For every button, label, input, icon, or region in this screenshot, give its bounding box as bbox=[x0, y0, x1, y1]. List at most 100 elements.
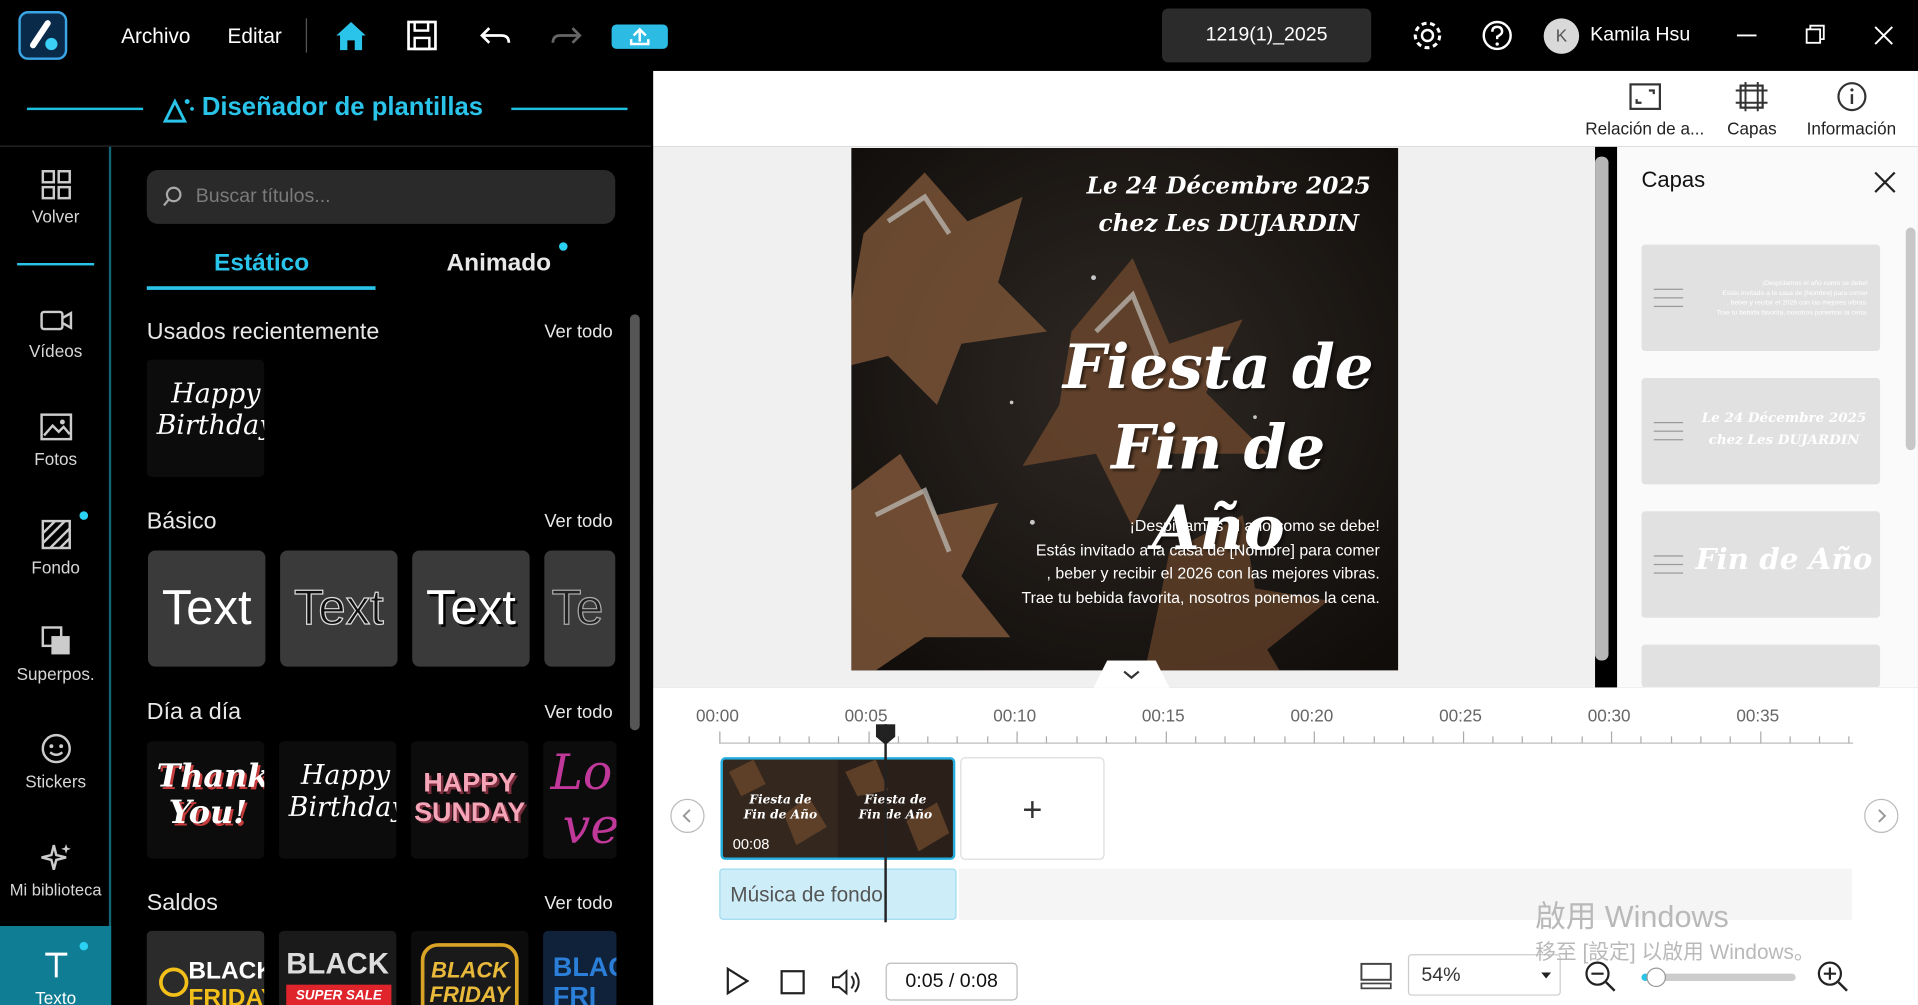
overlay-icon bbox=[40, 626, 70, 655]
tab-animated[interactable]: Animado bbox=[446, 250, 551, 278]
add-clip-button[interactable]: + bbox=[960, 757, 1105, 860]
project-name[interactable]: 1219(1)_2025 bbox=[1162, 8, 1372, 63]
layers-scrollbar[interactable] bbox=[1905, 227, 1916, 451]
title-template-black-friday-3[interactable]: BLACFRI bbox=[543, 930, 617, 1005]
user-name[interactable]: Kamila Hsu bbox=[1590, 24, 1690, 46]
date-line: Le 24 Décembre 2025 bbox=[1086, 172, 1371, 200]
settings-gear-icon[interactable] bbox=[1410, 17, 1444, 60]
see-all-recent-link[interactable]: Ver todo bbox=[544, 322, 612, 343]
invitation-date-text[interactable]: Le 24 Décembre 2025 chez Les DUJARDIN bbox=[851, 168, 1398, 244]
nav-back[interactable]: Volver bbox=[0, 169, 111, 226]
nav-videos[interactable]: Vídeos bbox=[0, 306, 111, 361]
see-all-sales-link[interactable]: Ver todo bbox=[544, 893, 612, 914]
title-template-basic-3[interactable]: Text bbox=[412, 550, 530, 667]
title-template-black-friday-2[interactable]: BLACK FRIDAY bbox=[410, 930, 529, 1005]
nav-text[interactable]: Texto bbox=[0, 925, 112, 1005]
layer-headline-text[interactable]: Fin de Año bbox=[1641, 511, 1881, 618]
minimize-icon[interactable] bbox=[1732, 22, 1761, 55]
title-template-happy-birthday-2[interactable]: Happy Birthday bbox=[278, 741, 397, 859]
layers-button[interactable]: Capas bbox=[1727, 81, 1777, 138]
aspect-ratio-button[interactable]: Relación de a... bbox=[1585, 81, 1704, 138]
app-logo-icon[interactable] bbox=[18, 11, 68, 60]
export-button[interactable] bbox=[611, 24, 668, 49]
zoom-slider[interactable] bbox=[1641, 967, 1796, 988]
search-input[interactable] bbox=[195, 170, 600, 224]
playhead[interactable] bbox=[875, 724, 896, 923]
play-icon[interactable] bbox=[724, 966, 751, 1001]
zoom-value: 54% bbox=[1421, 965, 1461, 986]
chevron-right-icon bbox=[1878, 809, 1887, 823]
nav-label: Texto bbox=[35, 988, 77, 1005]
see-all-daily-link[interactable]: Ver todo bbox=[544, 702, 612, 723]
nav-label: Volver bbox=[31, 206, 80, 227]
drag-handle-icon[interactable] bbox=[1653, 422, 1684, 442]
nav-my-library[interactable]: Mi biblioteca bbox=[0, 840, 111, 899]
title-template-black-super-sale[interactable]: BLACK SUPER SALE bbox=[278, 930, 397, 1005]
nav-background[interactable]: Fondo bbox=[0, 517, 111, 577]
layer-preview: Le 24 Décembre 2025 chez Les DUJARDIN bbox=[1701, 409, 1867, 448]
nav-photos[interactable]: Fotos bbox=[0, 411, 111, 468]
redo-icon[interactable] bbox=[548, 17, 585, 60]
drag-handle-icon[interactable] bbox=[1653, 288, 1684, 309]
layer-body-text[interactable]: ¡Despidamos el año como se debe! Estás in… bbox=[1641, 244, 1881, 352]
title-template-happy-sunday[interactable]: HAPPY SUNDAY bbox=[410, 741, 529, 859]
scroll-left-button[interactable] bbox=[670, 798, 705, 833]
layers-icon bbox=[1736, 81, 1768, 112]
tick-label: 00:00 bbox=[696, 705, 739, 726]
close-window-icon[interactable] bbox=[1869, 22, 1898, 55]
thumb-title: Fiesta de Fin de Año bbox=[858, 793, 933, 822]
zoom-in-icon[interactable] bbox=[1815, 959, 1849, 999]
tab-static[interactable]: Estático bbox=[214, 250, 309, 278]
title-template-thank-you[interactable]: Thank You! bbox=[146, 741, 265, 859]
timeline-ruler[interactable]: 00:00 00:05 00:10 00:15 00:20 00:25 00:30 00:35 bbox=[653, 687, 1918, 748]
title-template-basic-1[interactable]: Text bbox=[148, 550, 266, 667]
title-template-love[interactable]: Lo ve bbox=[543, 741, 617, 859]
ruler-baseline bbox=[719, 742, 1854, 744]
template-preview-text: Lo ve bbox=[550, 744, 617, 856]
nav-stickers[interactable]: Stickers bbox=[0, 731, 111, 791]
zoom-slider-thumb[interactable] bbox=[1646, 967, 1667, 988]
info-button[interactable]: Información bbox=[1807, 81, 1896, 138]
info-icon bbox=[1836, 82, 1866, 112]
title-template-basic-4[interactable]: Te bbox=[544, 550, 616, 667]
title-template-happy-birthday[interactable]: Happy Birthday bbox=[146, 359, 265, 478]
close-layers-icon[interactable] bbox=[1871, 169, 1898, 202]
title-template-black-friday-1[interactable]: BLACKFRIDAY bbox=[146, 930, 265, 1005]
drag-handle-icon[interactable] bbox=[1653, 555, 1684, 575]
nav-overlays[interactable]: Superpos. bbox=[0, 624, 111, 684]
content-scrollbar[interactable] bbox=[629, 314, 640, 731]
menu-edit[interactable]: Editar bbox=[228, 24, 282, 48]
save-icon[interactable] bbox=[405, 17, 439, 60]
stop-icon[interactable] bbox=[779, 969, 806, 1002]
divider bbox=[305, 18, 308, 53]
designer-icon bbox=[162, 94, 195, 129]
title-bar: Archivo Editar 1219(1)_2025 K Kamila Hsu bbox=[0, 0, 1918, 71]
windows-activation-watermark: 啟用 Windows bbox=[1535, 900, 1729, 935]
template-canvas[interactable]: Le 24 Décembre 2025 chez Les DUJARDIN Fi… bbox=[851, 148, 1399, 671]
search-box[interactable] bbox=[146, 170, 616, 224]
home-icon[interactable] bbox=[333, 17, 370, 60]
title-template-basic-2[interactable]: Text bbox=[280, 550, 398, 667]
undo-icon[interactable] bbox=[477, 17, 514, 60]
menu-file[interactable]: Archivo bbox=[121, 24, 190, 48]
volume-icon[interactable] bbox=[829, 968, 863, 1003]
scroll-right-button[interactable] bbox=[1864, 798, 1899, 833]
body-line: , beber y recibir el 2026 con las mejore… bbox=[1046, 563, 1380, 583]
preview-quality-icon[interactable] bbox=[1358, 960, 1395, 998]
body-line: Estás invitado a la casa de [Nombre] par… bbox=[1035, 540, 1380, 559]
video-clip[interactable]: Fiesta de Fin de Año Fiesta de Fin de Año … bbox=[720, 757, 956, 860]
preview-scrollbar[interactable] bbox=[1595, 156, 1609, 661]
tick-label: 00:15 bbox=[1141, 705, 1185, 726]
see-all-basic-link[interactable]: Ver todo bbox=[544, 511, 612, 532]
layer-date-text[interactable]: Le 24 Décembre 2025 chez Les DUJARDIN bbox=[1641, 377, 1881, 485]
layer-image[interactable] bbox=[1641, 644, 1881, 688]
user-avatar[interactable]: K bbox=[1543, 18, 1580, 54]
preview-toolbar: Relación de a... Capas Información bbox=[653, 70, 1918, 147]
help-icon[interactable] bbox=[1480, 17, 1514, 60]
nav-label: Vídeos bbox=[28, 341, 83, 361]
tick-label: 00:05 bbox=[844, 705, 888, 726]
restore-icon[interactable] bbox=[1801, 22, 1830, 55]
new-badge-dot bbox=[79, 511, 89, 520]
invitation-body-text[interactable]: ¡Despidamos el año como se debe! Estás i… bbox=[1021, 514, 1379, 609]
background-music-track[interactable]: Música de fondo bbox=[719, 868, 957, 920]
